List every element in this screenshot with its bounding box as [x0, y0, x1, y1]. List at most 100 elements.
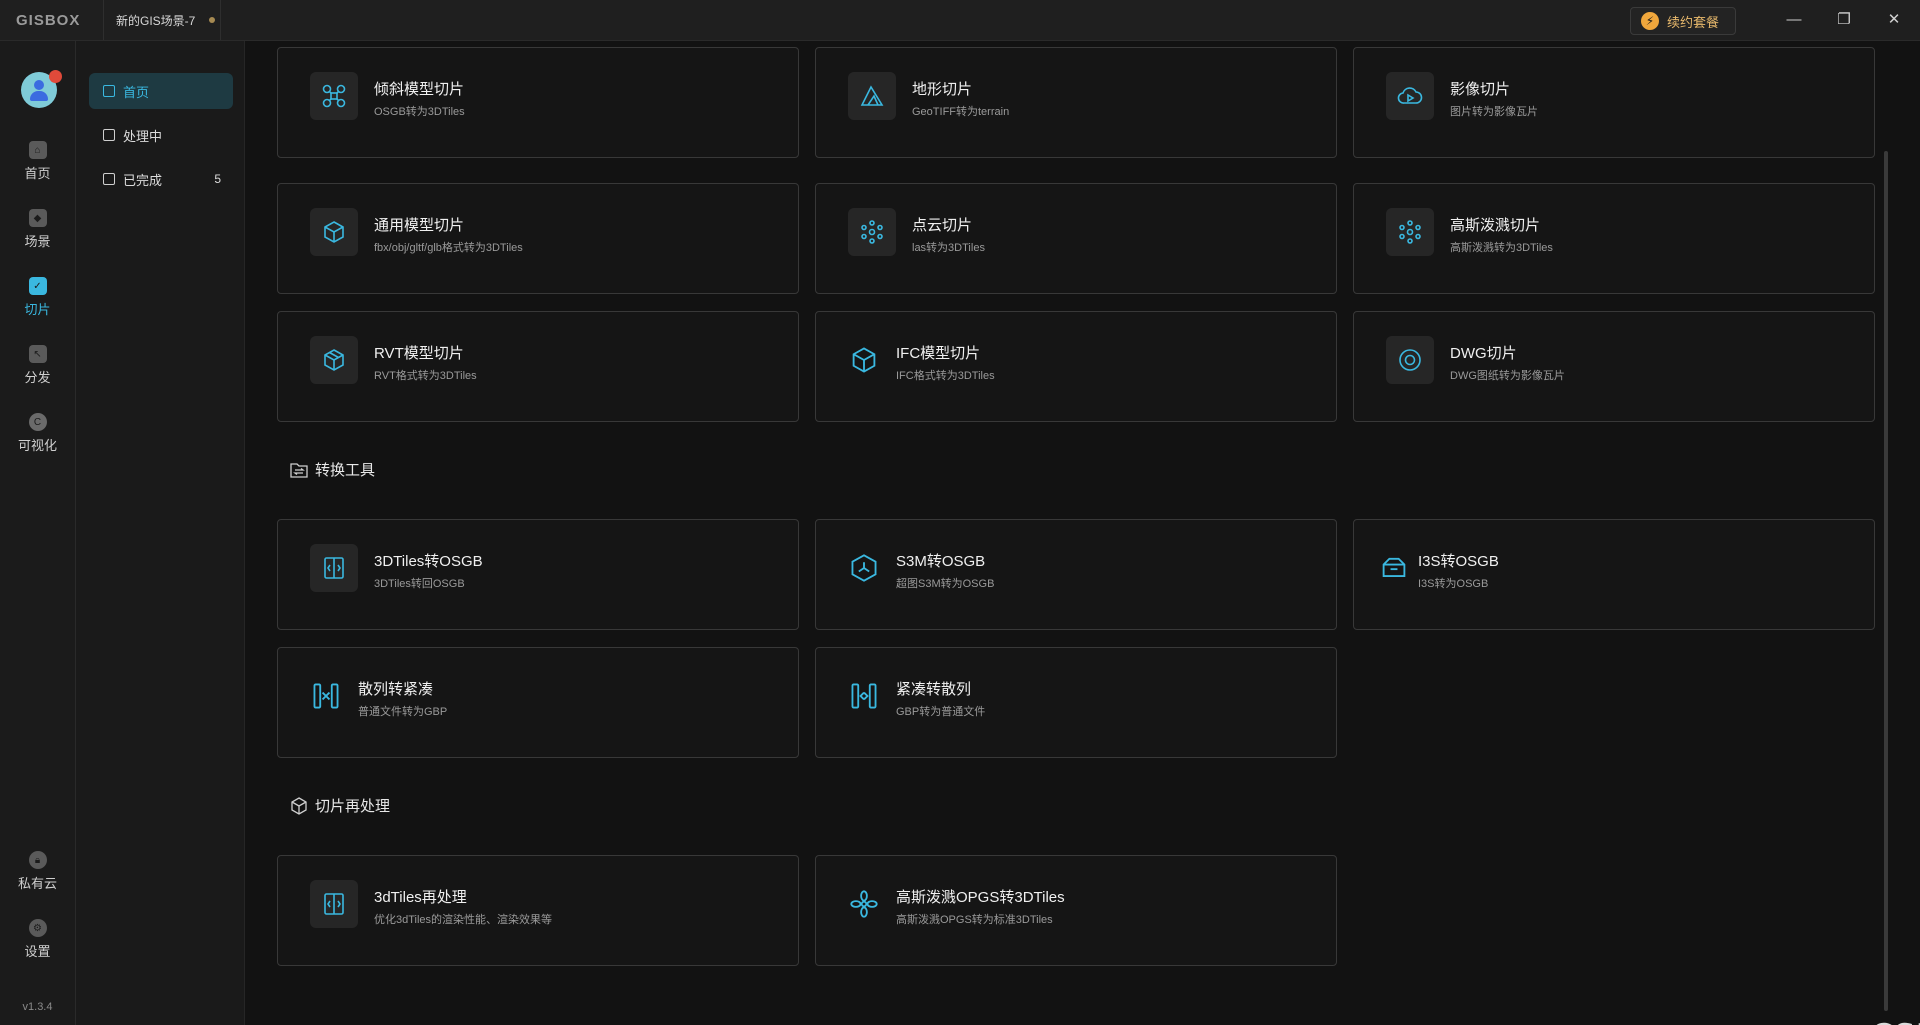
card-title: 3dTiles再处理 — [374, 889, 467, 906]
cube-icon — [310, 208, 358, 256]
renew-plan-label: 续约套餐 — [1667, 14, 1720, 30]
card-title: 散列转紧凑 — [358, 681, 434, 698]
section-title-label: 转换工具 — [315, 462, 376, 479]
card-subtitle: 普通文件转为GBP — [358, 706, 448, 718]
card-subtitle: 高斯泼溅转为3DTiles — [1450, 242, 1553, 254]
unsaved-dot-icon — [209, 17, 216, 23]
rail-item-label: 场景 — [24, 234, 51, 249]
card-title: 倾斜模型切片 — [374, 81, 465, 98]
card-subtitle: RVT格式转为3DTiles — [374, 370, 477, 382]
scene-icon: ◆ — [28, 209, 47, 227]
rvt-cube-icon — [310, 336, 358, 384]
rail-item-scene[interactable]: ◆ 场景 — [0, 209, 75, 250]
avatar[interactable] — [21, 70, 62, 108]
rail-item-private-cloud[interactable]: 🔒︎ 私有云 — [0, 851, 75, 892]
card-subtitle: 超图S3M转为OSGB — [896, 578, 995, 590]
flower-icon — [840, 880, 888, 928]
section-title-reprocess: 切片再处理 — [289, 795, 390, 816]
rail-item-distribute[interactable]: ↖ 分发 — [0, 345, 75, 386]
card-image-tiling[interactable]: 影像切片 图片转为影像瓦片 — [1353, 47, 1875, 158]
rail-item-label: 私有云 — [17, 876, 57, 891]
card-subtitle: GeoTIFF转为terrain — [912, 106, 1010, 118]
doc-check-icon — [103, 173, 115, 185]
drone-icon — [310, 72, 358, 120]
rail-item-label: 首页 — [24, 166, 51, 181]
card-title: I3S转OSGB — [1418, 553, 1499, 570]
rail-item-visualize[interactable]: C 可视化 — [0, 413, 75, 454]
rail-item-settings[interactable]: ⚙ 设置 — [0, 919, 75, 960]
card-subtitle: 图片转为影像瓦片 — [1450, 106, 1538, 118]
card-title: 通用模型切片 — [374, 217, 465, 234]
card-terrain-tiling[interactable]: 地形切片 GeoTIFF转为terrain — [815, 47, 1337, 158]
subnav-item-home[interactable]: 首页 — [89, 73, 233, 109]
rail-item-home[interactable]: ⌂ 首页 — [0, 141, 75, 182]
cube-outline-icon — [291, 796, 307, 815]
card-title: 高斯泼溅切片 — [1450, 217, 1541, 234]
restore-icon[interactable]: ❐ — [1833, 9, 1855, 31]
close-icon[interactable]: ✕ — [1883, 9, 1905, 31]
rail-item-tiling[interactable]: ✓ 切片 — [0, 277, 75, 318]
card-general-model-tiling[interactable]: 通用模型切片 fbx/obj/gltf/glb格式转为3DTiles — [277, 183, 799, 294]
box-open-icon — [1370, 544, 1418, 592]
card-subtitle: DWG图纸转为影像瓦片 — [1450, 370, 1565, 382]
left-rail: ⌂ 首页 ◆ 场景 ✓ 切片 ↖ 分发 C 可视化 🔒︎ 私有云 ⚙ 设置 v1… — [0, 41, 76, 1025]
card-3dtiles-to-osgb[interactable]: 3DTiles转OSGB 3DTiles转回OSGB — [277, 519, 799, 630]
app-logo: GISBOX — [16, 12, 81, 29]
lock-icon: 🔒︎ — [28, 851, 47, 869]
avatar-body — [30, 91, 48, 101]
card-title: 地形切片 — [912, 81, 973, 98]
card-i3s-to-osgb[interactable]: I3S转OSGB I3S转为OSGB — [1353, 519, 1875, 630]
ifc-cube-icon — [840, 336, 888, 384]
card-point-cloud-tiling[interactable]: 点云切片 las转为3DTiles — [815, 183, 1337, 294]
subnav-item-label: 处理中 — [123, 128, 163, 144]
card-subtitle: I3S转为OSGB — [1418, 578, 1489, 590]
card-title: DWG切片 — [1450, 345, 1517, 362]
subnav-item-completed[interactable]: 已完成 5 — [89, 161, 233, 197]
card-rvt-tiling[interactable]: RVT模型切片 RVT格式转为3DTiles — [277, 311, 799, 422]
title-bar: GISBOX 新的GIS场景-7 ⚡ 续约套餐 — ❐ ✕ — [0, 0, 1920, 41]
card-s3m-to-osgb[interactable]: S3M转OSGB 超图S3M转为OSGB — [815, 519, 1337, 630]
card-subtitle: 高斯泼溅OPGS转为标准3DTiles — [896, 914, 1053, 926]
section-title-label: 切片再处理 — [315, 798, 391, 815]
card-dwg-tiling[interactable]: DWG切片 DWG图纸转为影像瓦片 — [1353, 311, 1875, 422]
card-gaussian-tiling[interactable]: 高斯泼溅切片 高斯泼溅转为3DTiles — [1353, 183, 1875, 294]
minimize-icon[interactable]: — — [1783, 9, 1805, 31]
tiling-icon: ✓ — [28, 277, 47, 295]
section-title-convert: 转换工具 — [289, 459, 375, 480]
rail-item-label: 可视化 — [17, 438, 57, 453]
gear-icon: ⚙ — [28, 919, 47, 937]
card-3dtiles-reprocess[interactable]: 3dTiles再处理 优化3dTiles的渲染性能、渲染效果等 — [277, 855, 799, 966]
card-title: 影像切片 — [1450, 81, 1511, 98]
point-cloud-icon — [848, 208, 896, 256]
doc-plus-icon — [103, 85, 115, 97]
card-compact-to-loose[interactable]: 紧凑转散列 GBP转为普通文件 — [815, 647, 1337, 758]
card-title: 紧凑转散列 — [896, 681, 972, 698]
card-oblique-tiling[interactable]: 倾斜模型切片 OSGB转为3DTiles — [277, 47, 799, 158]
expand-icon — [840, 672, 888, 720]
card-subtitle: 优化3dTiles的渲染性能、渲染效果等 — [374, 914, 553, 926]
cloud-play-icon — [1386, 72, 1434, 120]
sub-nav: 首页 处理中 已完成 5 — [76, 41, 245, 1025]
renew-plan-button[interactable]: ⚡ 续约套餐 — [1630, 7, 1736, 35]
card-loose-to-compact[interactable]: 散列转紧凑 普通文件转为GBP — [277, 647, 799, 758]
subnav-item-processing[interactable]: 处理中 — [89, 117, 233, 153]
card-gaussian-opgs-to-3dtiles[interactable]: 高斯泼溅OPGS转3DTiles 高斯泼溅OPGS转为标准3DTiles — [815, 855, 1337, 966]
scrollbar[interactable] — [1884, 151, 1888, 1011]
card-subtitle: las转为3DTiles — [912, 242, 985, 254]
card-title: 3DTiles转OSGB — [374, 553, 483, 570]
visualize-icon: C — [28, 413, 47, 431]
watermark: CSDN @枝上棉蛮 — [1870, 1009, 1920, 1025]
gaussian-icon — [1386, 208, 1434, 256]
lightning-icon: ⚡ — [1641, 12, 1659, 30]
swap-doc-icon — [310, 544, 358, 592]
rail-item-label: 分发 — [24, 370, 51, 385]
document-tab[interactable]: 新的GIS场景-7 — [103, 0, 221, 40]
card-subtitle: 3DTiles转回OSGB — [374, 578, 465, 590]
card-subtitle: OSGB转为3DTiles — [374, 106, 465, 118]
card-ifc-tiling[interactable]: IFC模型切片 IFC格式转为3DTiles — [815, 311, 1337, 422]
card-title: IFC模型切片 — [896, 345, 981, 362]
completed-count: 5 — [214, 172, 221, 186]
main-content: 倾斜模型切片 OSGB转为3DTiles 地形切片 GeoTIFF转为terra… — [245, 41, 1920, 1025]
rail-item-label: 切片 — [24, 302, 51, 317]
card-subtitle: IFC格式转为3DTiles — [896, 370, 995, 382]
